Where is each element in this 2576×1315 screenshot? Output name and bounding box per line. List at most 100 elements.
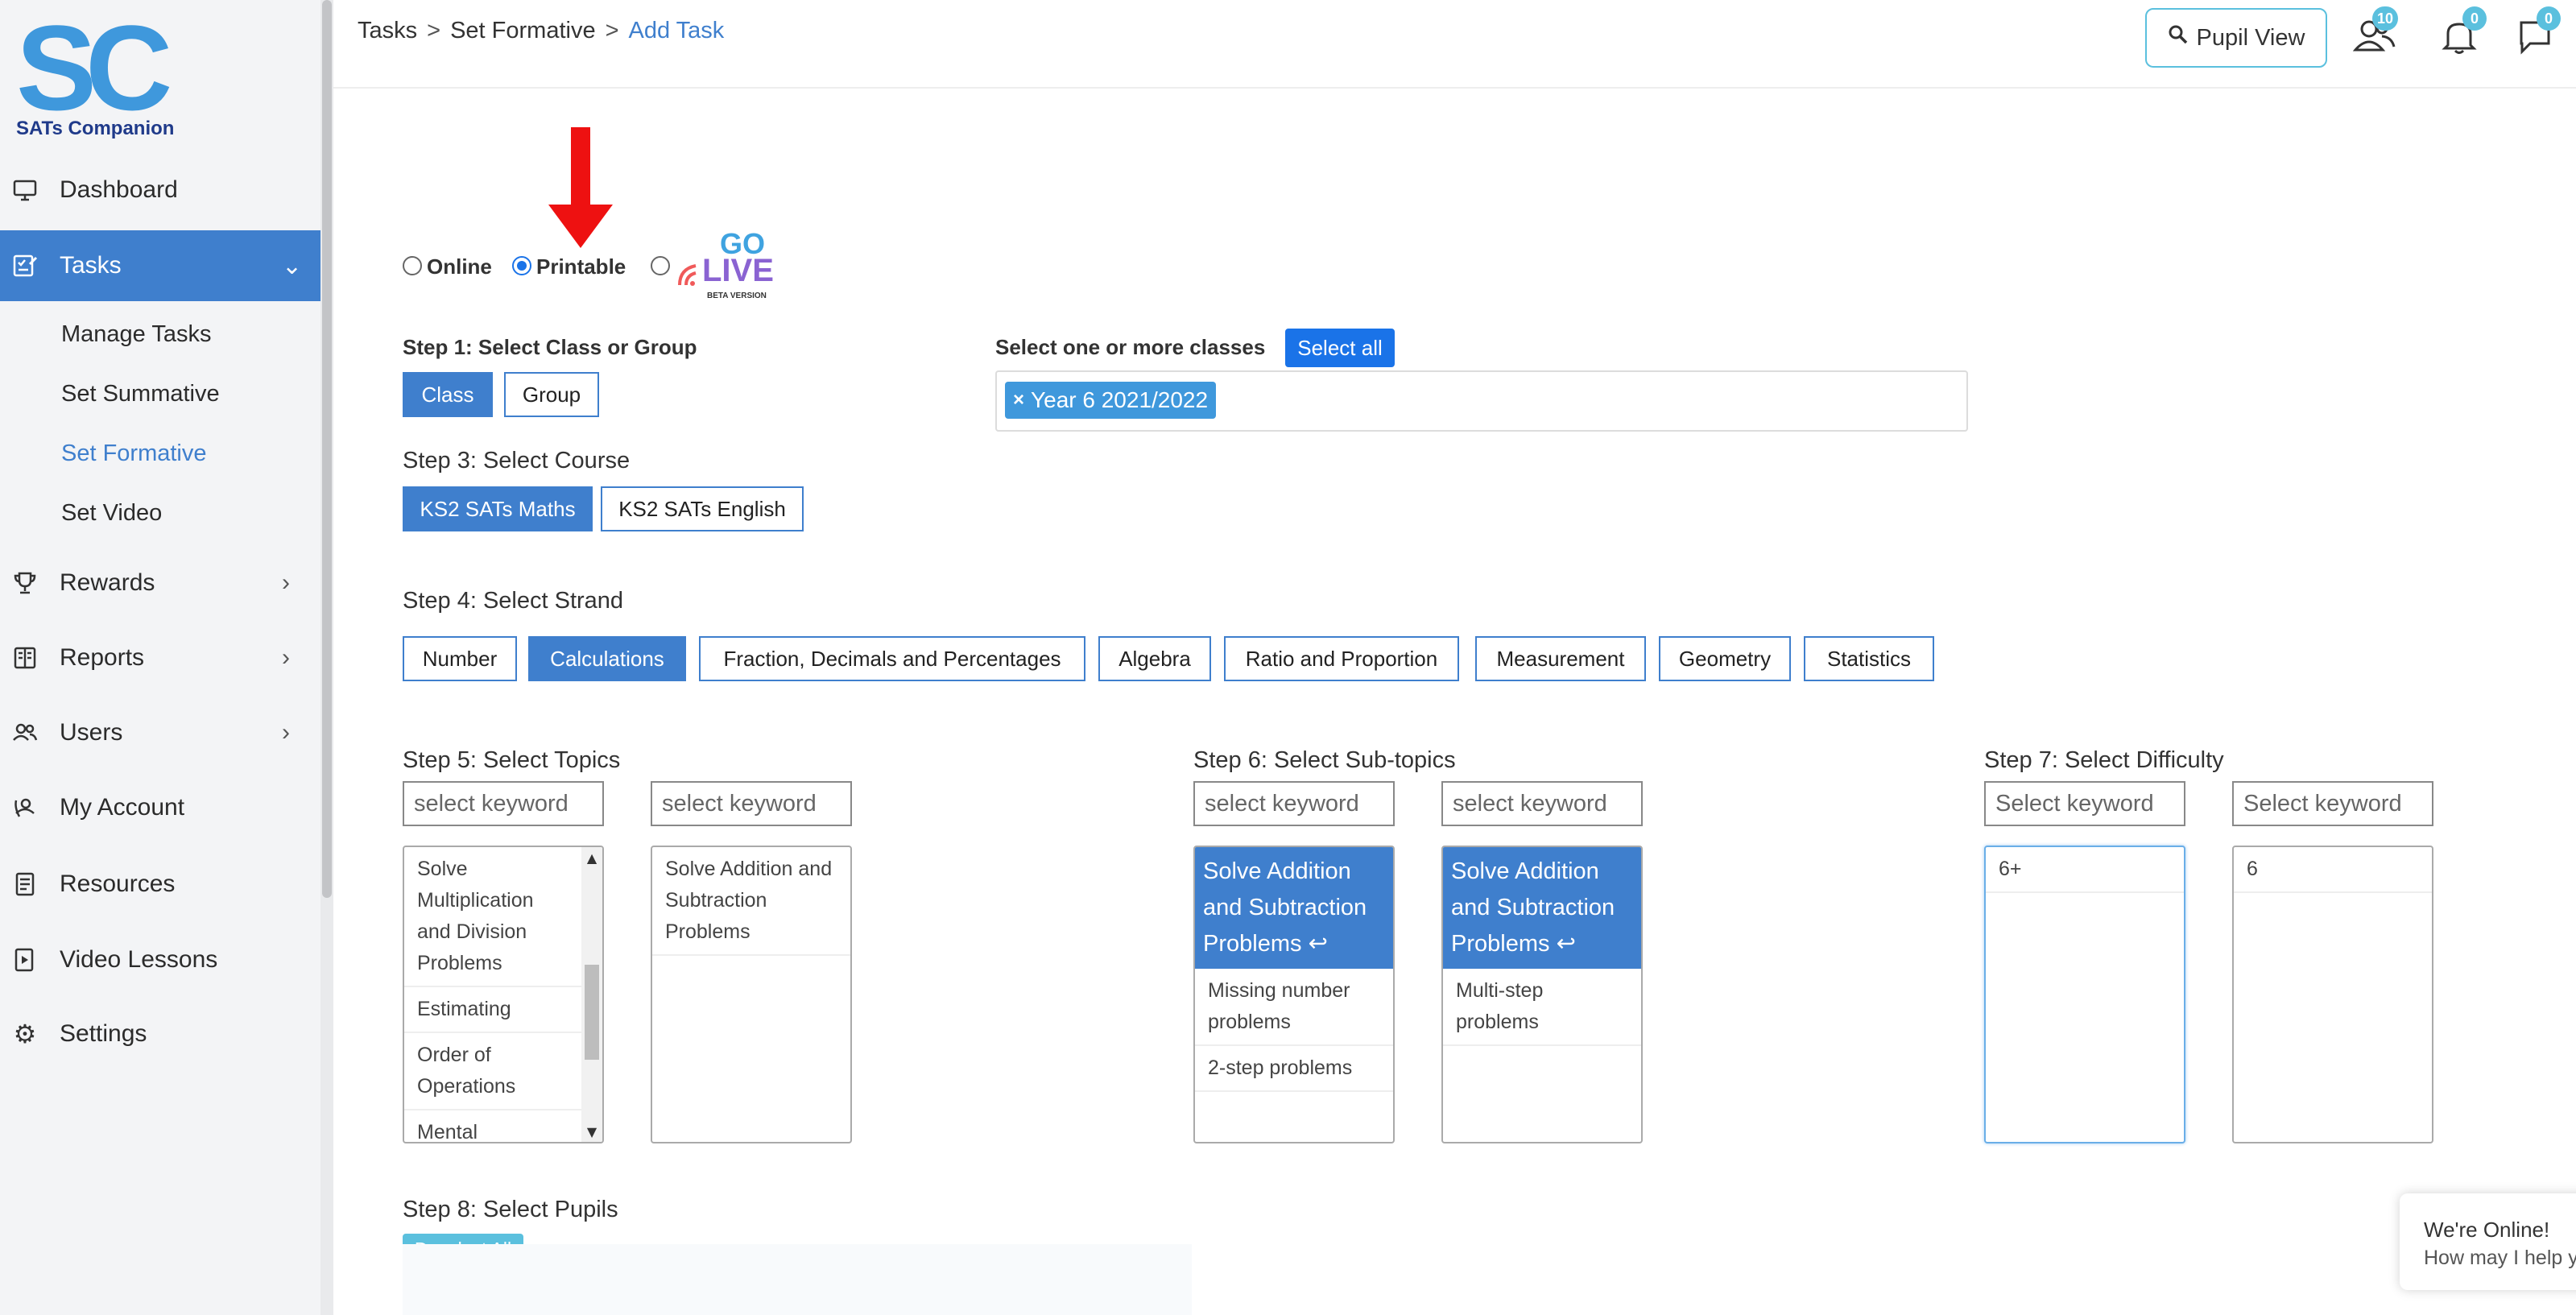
checklist-icon — [11, 252, 39, 279]
golive-logo[interactable]: GO LIVE BETA VERSION — [675, 227, 779, 308]
golive-beta-text: BETA VERSION — [707, 292, 767, 300]
remove-chip-icon[interactable]: × — [1013, 389, 1024, 411]
users-notification-button[interactable]: 10 — [2352, 6, 2399, 58]
course-button-ks2-english[interactable]: KS2 SATs English — [601, 486, 804, 531]
list-item[interactable]: Estimating — [404, 987, 602, 1033]
classes-label: Select one or more classes — [995, 335, 1266, 359]
chat-widget[interactable]: We're Online! How may I help y — [2400, 1193, 2576, 1290]
notifications-button[interactable]: 0 — [2442, 6, 2487, 58]
breadcrumb-add-task: Add Task — [628, 18, 725, 43]
list-item[interactable]: 6 — [2234, 847, 2432, 893]
sidebar-item-video-lessons[interactable]: Video Lessons — [0, 924, 320, 995]
sidebar-subitem-set-formative[interactable]: Set Formative — [61, 440, 207, 467]
group-button[interactable]: Group — [504, 372, 599, 417]
golive-radio[interactable] — [651, 256, 670, 275]
chat-bubble-icon — [2517, 21, 2553, 58]
breadcrumb-set-formative[interactable]: Set Formative — [450, 18, 596, 44]
chevron-down-icon: ⌄ — [282, 252, 303, 279]
sidebar-item-label: Dashboard — [60, 176, 178, 203]
step4-title: Step 4: Select Strand — [403, 588, 624, 614]
sidebar-item-dashboard[interactable]: Dashboard — [0, 155, 320, 225]
strand-button-ratio[interactable]: Ratio and Proportion — [1224, 636, 1459, 681]
scroll-down-icon[interactable]: ▼ — [581, 1121, 602, 1142]
sidebar-item-label: Reports — [60, 644, 145, 671]
step3-title: Step 3: Select Course — [403, 448, 631, 473]
sidebar-scrollbar[interactable] — [320, 0, 333, 1315]
pupil-list-panel — [403, 1244, 1192, 1315]
sidebar-item-label: Video Lessons — [60, 946, 218, 973]
list-item[interactable]: Solve Multiplication and Division Proble… — [404, 847, 602, 987]
gear-icon: ⚙ — [13, 1019, 37, 1048]
strand-button-statistics[interactable]: Statistics — [1804, 636, 1934, 681]
list-item[interactable]: 6+ — [1986, 847, 2184, 893]
topic-search-input-right[interactable]: select keyword — [651, 781, 852, 826]
pupil-view-button[interactable]: Pupil View — [2145, 8, 2327, 68]
strand-button-fractions[interactable]: Fraction, Decimals and Percentages — [699, 636, 1085, 681]
subtopic-list-right[interactable]: Solve Addition and Subtraction Problems … — [1441, 846, 1643, 1143]
selected-subtopic-group[interactable]: Solve Addition and Subtraction Problems … — [1443, 847, 1641, 969]
strand-button-geometry[interactable]: Geometry — [1659, 636, 1791, 681]
topic-list-scrollbar[interactable]: ▲ ▼ — [581, 847, 602, 1142]
chevron-right-icon: › — [282, 719, 290, 746]
subtopic-search-input-right[interactable]: select keyword — [1441, 781, 1643, 826]
strand-button-algebra[interactable]: Algebra — [1098, 636, 1211, 681]
course-button-ks2-maths[interactable]: KS2 SATs Maths — [403, 486, 593, 531]
sidebar-item-label: Resources — [60, 870, 176, 897]
subtopic-search-input-left[interactable]: select keyword — [1193, 781, 1395, 826]
breadcrumb-separator: > — [427, 18, 441, 43]
difficulty-list-left[interactable]: 6+ — [1984, 846, 2185, 1143]
sidebar-item-users[interactable]: Users › — [0, 697, 320, 768]
topic-list-left[interactable]: Solve Multiplication and Division Proble… — [403, 846, 604, 1143]
sidebar-item-label: Tasks — [60, 252, 122, 279]
messages-button[interactable]: 0 — [2517, 6, 2561, 58]
bell-icon — [2442, 23, 2477, 58]
class-select-input[interactable]: × Year 6 2021/2022 — [995, 370, 1968, 432]
list-item[interactable]: Mental Multiplication — [404, 1110, 602, 1142]
monitor-icon — [11, 176, 39, 204]
list-item[interactable]: 2-step problems — [1195, 1046, 1393, 1092]
class-button[interactable]: Class — [403, 372, 493, 417]
sidebar-item-settings[interactable]: ⚙ Settings — [0, 999, 320, 1069]
strand-button-number[interactable]: Number — [403, 636, 517, 681]
list-item[interactable]: Missing number problems — [1195, 969, 1393, 1046]
sidebar-item-tasks[interactable]: Tasks ⌄ — [0, 230, 320, 301]
account-icon — [11, 794, 39, 821]
step8-title: Step 8: Select Pupils — [403, 1197, 618, 1222]
scrollbar-thumb[interactable] — [585, 965, 599, 1060]
sidebar-item-label: My Account — [60, 794, 185, 821]
printable-radio[interactable] — [512, 256, 531, 275]
sidebar-subitem-set-video[interactable]: Set Video — [61, 500, 162, 527]
sidebar-item-reports[interactable]: Reports › — [0, 622, 320, 693]
online-radio[interactable] — [403, 256, 422, 275]
magnifier-icon — [2168, 24, 2189, 52]
class-chip[interactable]: × Year 6 2021/2022 — [1005, 382, 1217, 419]
sidebar-item-label: Rewards — [60, 569, 155, 596]
list-item[interactable]: Solve Addition and Subtraction Problems — [652, 847, 850, 956]
strand-button-calculations[interactable]: Calculations — [528, 636, 686, 681]
difficulty-search-input-left[interactable]: Select keyword — [1984, 781, 2185, 826]
list-item[interactable]: Multi-step problems — [1443, 969, 1641, 1046]
strand-button-measurement[interactable]: Measurement — [1475, 636, 1646, 681]
difficulty-list-right[interactable]: 6 — [2232, 846, 2433, 1143]
sidebar-item-my-account[interactable]: My Account — [0, 772, 320, 843]
list-item[interactable]: Order of Operations — [404, 1033, 602, 1110]
video-icon — [11, 946, 39, 974]
difficulty-search-input-right[interactable]: Select keyword — [2232, 781, 2433, 826]
breadcrumb-tasks[interactable]: Tasks — [358, 18, 417, 44]
topic-search-input-left[interactable]: select keyword — [403, 781, 604, 826]
subtopic-list-left[interactable]: Solve Addition and Subtraction Problems … — [1193, 846, 1395, 1143]
online-label: Online — [427, 254, 492, 279]
class-chip-label: Year 6 2021/2022 — [1031, 387, 1209, 412]
sidebar-scrollbar-thumb[interactable] — [322, 0, 332, 898]
scroll-up-icon[interactable]: ▲ — [581, 847, 602, 868]
step6-title: Step 6: Select Sub-topics — [1193, 747, 1456, 773]
selected-subtopic-group[interactable]: Solve Addition and Subtraction Problems … — [1195, 847, 1393, 969]
sidebar-item-rewards[interactable]: Rewards › — [0, 548, 320, 618]
trophy-icon — [11, 569, 39, 597]
sidebar-item-resources[interactable]: Resources — [0, 849, 320, 920]
topic-list-right[interactable]: Solve Addition and Subtraction Problems — [651, 846, 852, 1143]
sidebar-subitem-manage-tasks[interactable]: Manage Tasks — [61, 321, 211, 348]
chevron-right-icon: › — [282, 569, 290, 596]
select-all-button[interactable]: Select all — [1285, 329, 1395, 367]
sidebar-subitem-set-summative[interactable]: Set Summative — [61, 381, 220, 407]
